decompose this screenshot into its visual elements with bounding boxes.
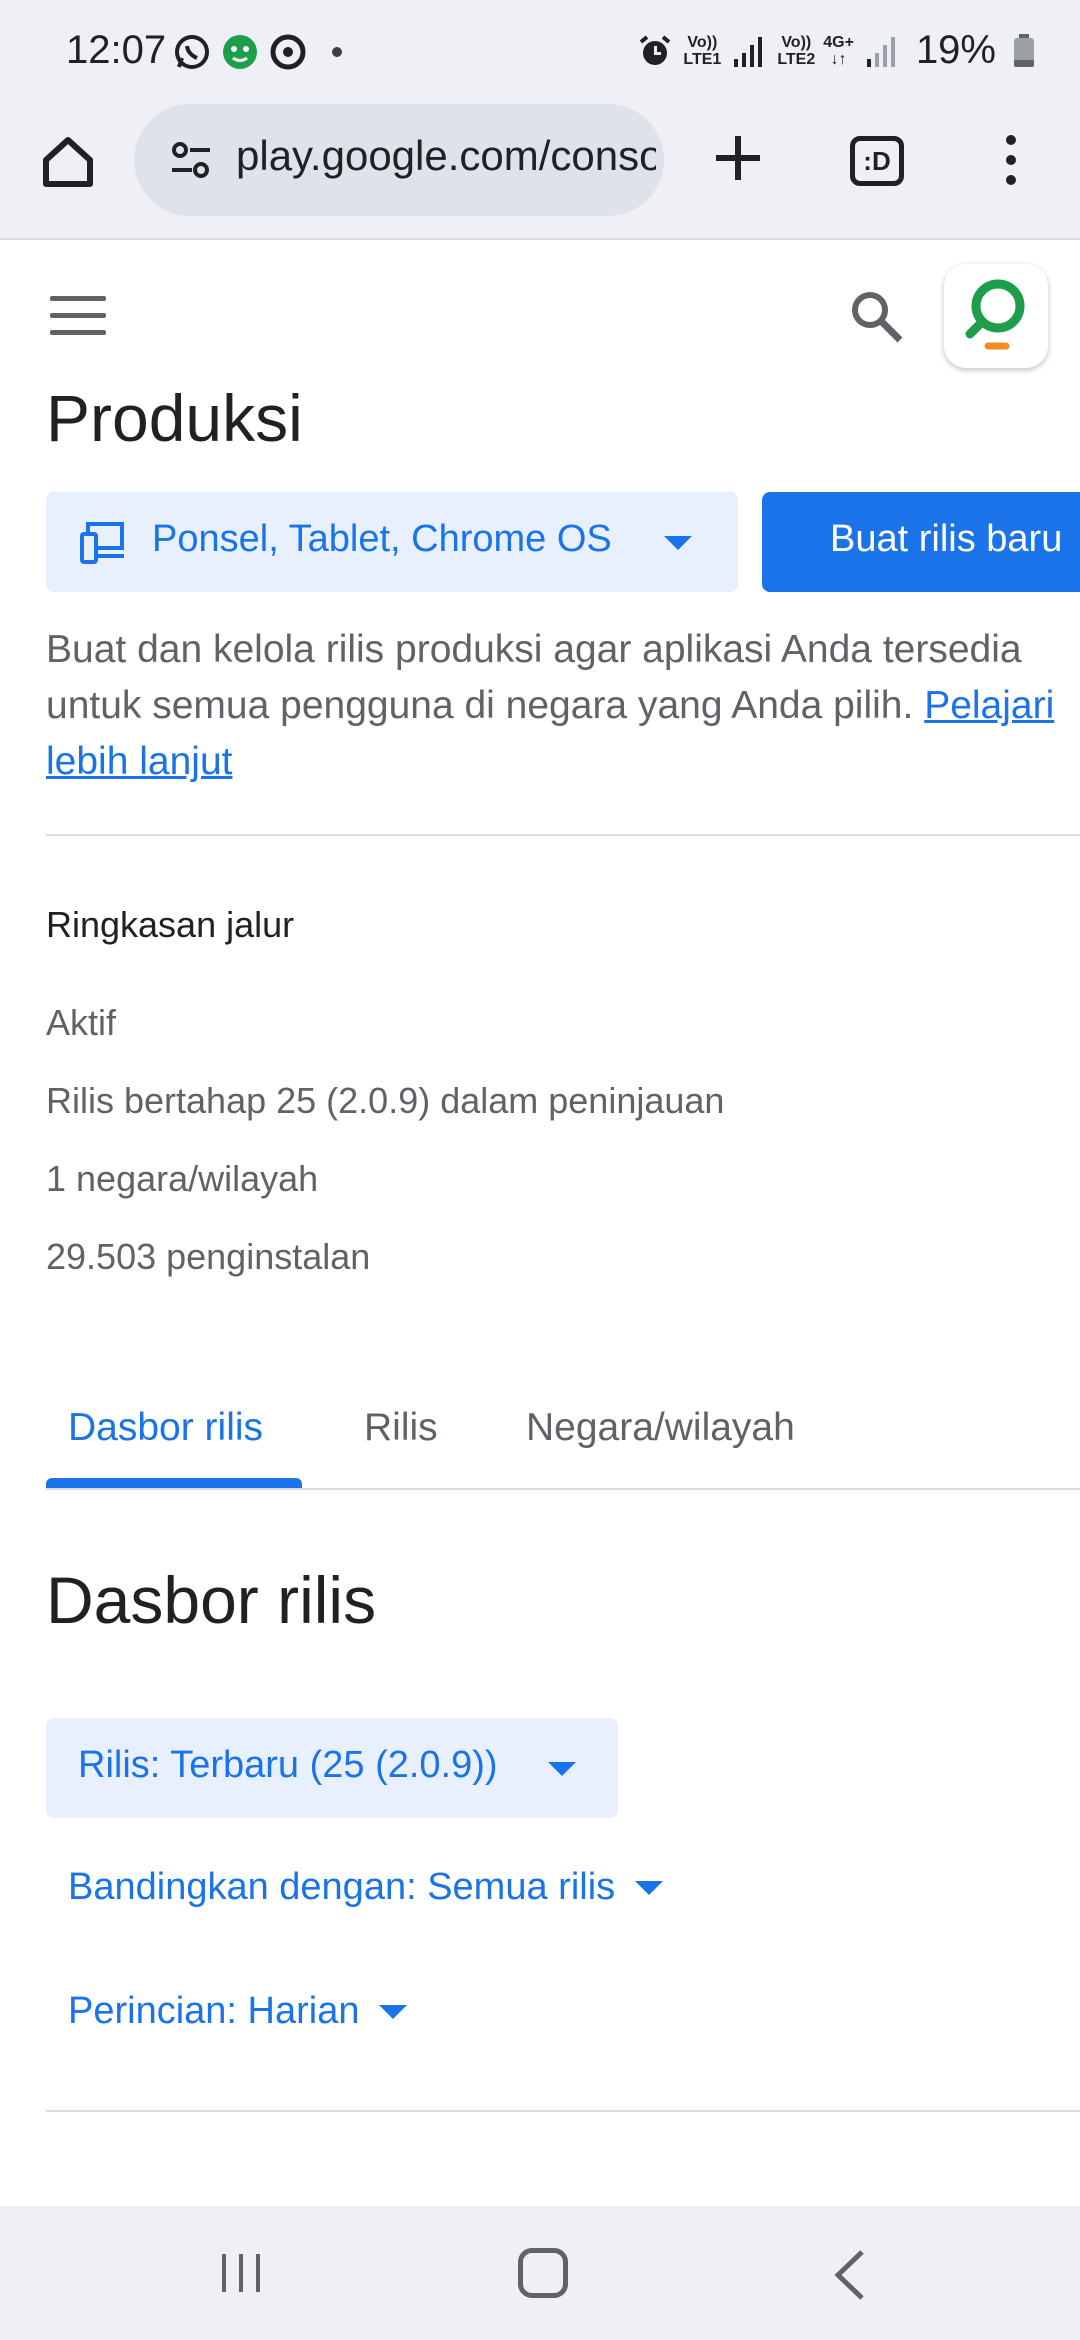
url-text[interactable]: play.google.com/console	[236, 132, 656, 180]
device-type-dropdown[interactable]: Ponsel, Tablet, Chrome OS	[46, 492, 738, 592]
status-time: 12:07	[66, 28, 167, 72]
breakdown-dropdown[interactable]: Perincian: Harian	[68, 1990, 408, 2033]
kebab-menu-icon	[1006, 135, 1016, 185]
network-type: 4G+ ↓↑	[823, 33, 854, 68]
description-text: Buat dan kelola rilis produksi agar apli…	[46, 628, 1022, 727]
chevron-down-icon	[635, 1880, 664, 1895]
site-settings-icon[interactable]	[168, 138, 214, 184]
notification-icons	[172, 32, 342, 72]
section-title: Dasbor rilis	[46, 1563, 377, 1637]
new-tab-button[interactable]	[706, 126, 770, 190]
home-nav-icon[interactable]	[518, 2248, 568, 2298]
system-icons: Vo)) LTE1 Vo)) LTE2 4G+ ↓↑ 19%	[635, 28, 1044, 73]
signal-bars-weak-icon	[862, 31, 902, 71]
battery-icon	[1004, 31, 1044, 71]
compare-label: Bandingkan dengan: Semua rilis	[68, 1866, 616, 1908]
whatsapp-icon	[172, 32, 212, 72]
chevron-down-icon	[664, 536, 692, 550]
app-icon[interactable]	[944, 264, 1048, 368]
recent-apps-icon[interactable]	[218, 2250, 264, 2296]
create-release-label: Buat rilis baru	[830, 518, 1063, 560]
chevron-down-icon	[548, 1762, 576, 1776]
track-summary-title: Ringkasan jalur	[46, 904, 295, 945]
divider	[46, 834, 1080, 836]
tab-bar: Dasbor rilis Rilis Negara/wilayah	[46, 1376, 1080, 1492]
system-navigation-bar	[0, 2206, 1080, 2340]
summary-status: Aktif	[46, 1002, 117, 1043]
page-description: Buat dan kelola rilis produksi agar apli…	[46, 622, 1080, 790]
battery-percent: 19%	[915, 28, 996, 72]
signal-bars-icon	[729, 31, 769, 71]
divider	[46, 2110, 1080, 2112]
home-icon	[43, 137, 93, 187]
back-icon[interactable]	[830, 2248, 870, 2302]
breakdown-label: Perincian: Harian	[68, 1990, 360, 2032]
device-type-label: Ponsel, Tablet, Chrome OS	[152, 518, 612, 560]
more-notifications-dot	[332, 47, 342, 57]
search-icon[interactable]	[846, 286, 906, 346]
tab-switcher-button[interactable]: :D	[850, 136, 904, 186]
summary-installs: 29.503 penginstalan	[46, 1236, 371, 1277]
app-logo-icon	[965, 279, 1025, 350]
summary-countries: 1 negara/wilayah	[46, 1158, 319, 1199]
hamburger-menu-icon[interactable]	[50, 296, 106, 336]
circle-notification-icon	[268, 32, 308, 72]
tab-bar-border	[46, 1488, 1080, 1490]
plus-icon	[716, 136, 760, 180]
status-bar: 12:07 Vo)) LTE1 Vo)) LTE2 4G+ ↓↑ 19%	[0, 0, 1080, 100]
active-tab-indicator	[46, 1478, 302, 1488]
tab-releases[interactable]: Rilis	[364, 1406, 438, 1450]
browser-toolbar: play.google.com/console :D	[0, 100, 1080, 240]
home-button[interactable]	[36, 130, 100, 194]
summary-rollout: Rilis bertahap 25 (2.0.9) dalam peninjau…	[46, 1080, 725, 1121]
release-dropdown[interactable]: Rilis: Terbaru (25 (2.0.9))	[46, 1718, 618, 1818]
devices-icon	[80, 520, 126, 564]
tab-release-dashboard[interactable]: Dasbor rilis	[68, 1406, 263, 1450]
create-release-button[interactable]: Buat rilis baru	[762, 492, 1080, 592]
address-bar[interactable]: play.google.com/console	[134, 104, 664, 216]
tab-countries-regions[interactable]: Negara/wilayah	[526, 1406, 795, 1450]
chevron-down-icon	[379, 2004, 408, 2019]
app-notification-icon	[220, 32, 260, 72]
page-title: Produksi	[46, 381, 303, 455]
alarm-icon	[635, 31, 675, 71]
more-menu-button[interactable]	[996, 128, 1026, 192]
sim2-volte: Vo)) LTE2	[777, 33, 816, 68]
compare-dropdown[interactable]: Bandingkan dengan: Semua rilis	[68, 1866, 664, 1909]
sim1-volte: Vo)) LTE1	[683, 33, 722, 68]
release-dropdown-label: Rilis: Terbaru (25 (2.0.9))	[78, 1744, 498, 1786]
